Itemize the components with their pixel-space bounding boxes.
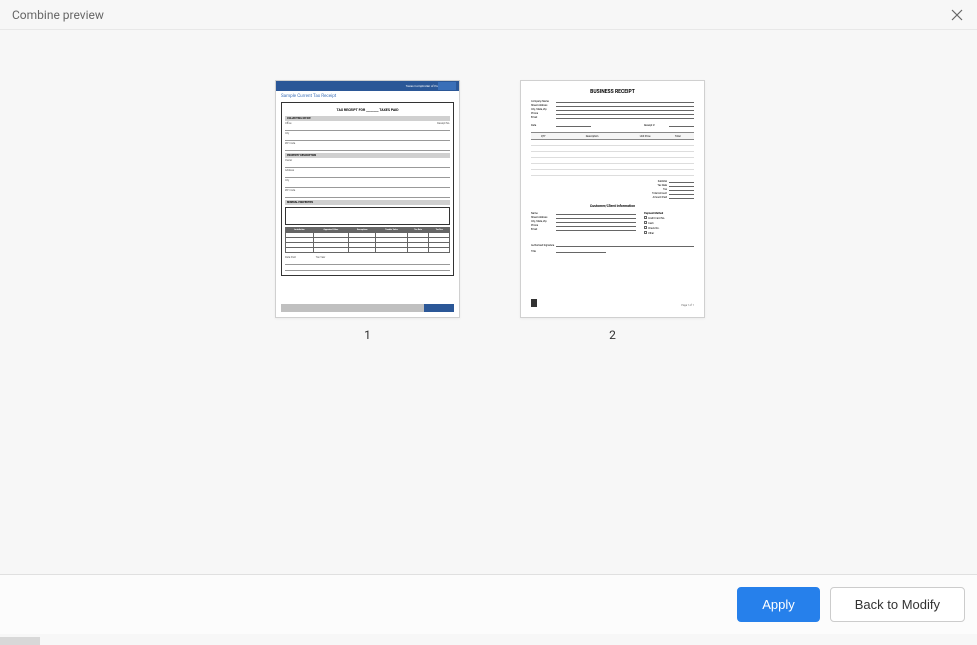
doc1-table: Jurisdiction Appraised Value Exemptions … <box>285 227 450 253</box>
doc2-company-section: Company Name Street Address City, State,… <box>521 100 704 128</box>
doc2-th: Unit Price <box>629 133 662 140</box>
doc1-lbl-taxyear: Tax Year <box>316 256 326 259</box>
doc1-lbl-zip2: ZIP Code <box>285 189 450 192</box>
doc2-total-lbl: Total Amount <box>652 192 667 195</box>
doc2-signature: Authorized Signature Title <box>521 244 704 253</box>
back-to-modify-button[interactable]: Back to Modify <box>830 587 965 622</box>
doc2-total-lbl: Amount Paid <box>653 196 667 199</box>
close-icon[interactable] <box>949 7 965 23</box>
doc1-sec1: COLLECTING OFFICE <box>285 116 450 121</box>
doc1-footer <box>281 304 454 312</box>
page-number-1: 1 <box>364 328 371 342</box>
footer-bar: Apply Back to Modify <box>0 574 977 634</box>
doc1-header: Texas Comptroller of Public Accounts <box>276 81 459 91</box>
doc1-lbl-city2: City <box>285 179 450 182</box>
window-title: Combine preview <box>12 8 104 22</box>
doc1-lbl-office: Office <box>285 122 292 125</box>
doc1-sec2: PROPERTY DESCRIPTION <box>285 153 450 158</box>
doc2-total-lbl: Subtotal <box>658 180 667 183</box>
doc2-sig-lbl: Authorized Signature <box>531 244 556 247</box>
doc2-lbl: Company Name <box>531 100 556 103</box>
doc2-lbl-date: Date <box>531 124 556 127</box>
doc2-icon <box>531 299 537 307</box>
doc1-lbl-owner: Owner <box>285 159 450 162</box>
doc2-clbl: Street Address <box>531 216 556 219</box>
page-number-2: 2 <box>609 328 616 342</box>
doc2-pm: Check No. <box>648 227 659 230</box>
doc1-sec3: MINERAL PROPERTIES <box>285 200 450 205</box>
doc2-total-lbl: Tax <box>663 188 667 191</box>
doc1-form-title: TAX RECEIPT FOR ________ TAXES PAID <box>285 106 450 114</box>
doc2-customer-header: Customer/Client Information <box>521 204 704 208</box>
status-strip <box>0 637 40 645</box>
doc2-pm: Cash <box>648 222 654 225</box>
page-thumb-1[interactable]: Texas Comptroller of Public Accounts Sam… <box>275 80 460 573</box>
doc1-mineral-box <box>285 207 450 225</box>
page-preview-2: BUSINESS RECEIPT Company Name Street Add… <box>520 80 705 318</box>
doc2-clbl: City, State, Zip <box>531 220 556 223</box>
doc2-lbl-receiptno: Receipt # <box>644 124 669 127</box>
doc2-pm: Other <box>648 232 654 235</box>
doc2-lbl: Phone <box>531 112 556 115</box>
doc1-subtitle: Sample Current Tax Receipt <box>276 91 459 102</box>
doc2-lbl: Email <box>531 116 556 119</box>
doc2-pagenum: Page 1 of 1 <box>681 304 694 307</box>
doc2-clbl: Phone <box>531 224 556 227</box>
doc1-lbl-city: City <box>285 132 450 135</box>
apply-button[interactable]: Apply <box>737 587 820 622</box>
doc1-lbl-datepaid: Date Paid <box>285 256 296 259</box>
titlebar: Combine preview <box>0 0 977 30</box>
doc2-th: Description <box>555 133 628 140</box>
doc2-lbl: Street Address <box>531 104 556 107</box>
doc2-title: BUSINESS RECEIPT <box>521 81 704 99</box>
doc2-customer-section: Name Street Address City, State, Zip Pho… <box>521 211 704 236</box>
page-thumb-2[interactable]: BUSINESS RECEIPT Company Name Street Add… <box>520 80 705 573</box>
doc1-form: TAX RECEIPT FOR ________ TAXES PAID COLL… <box>281 102 454 276</box>
doc2-pm-header: Payment Method <box>644 212 694 215</box>
doc2-th: QTY <box>531 133 555 140</box>
page-preview-1: Texas Comptroller of Public Accounts Sam… <box>275 80 460 318</box>
doc1-logo <box>438 82 456 90</box>
doc2-th: Total <box>661 133 694 140</box>
doc2-lbl: City, State, Zip <box>531 108 556 111</box>
doc1-lbl-addr: Address <box>285 169 450 172</box>
preview-area: Texas Comptroller of Public Accounts Sam… <box>0 30 977 573</box>
doc2-clbl: Email <box>531 228 556 231</box>
doc2-total-lbl: Tax Rate <box>657 184 667 187</box>
doc2-clbl: Name <box>531 212 556 215</box>
doc2-totals: Subtotal Tax Rate Tax Total Amount Amoun… <box>521 180 704 199</box>
doc1-lbl-zip: ZIP Code <box>285 142 450 145</box>
doc2-table: QTY Description Unit Price Total <box>531 132 694 176</box>
doc1-lbl-receipt: Receipt No. <box>437 122 450 125</box>
doc2-pm: Credit Card No. <box>648 217 665 220</box>
doc2-title-lbl: Title <box>531 250 556 253</box>
